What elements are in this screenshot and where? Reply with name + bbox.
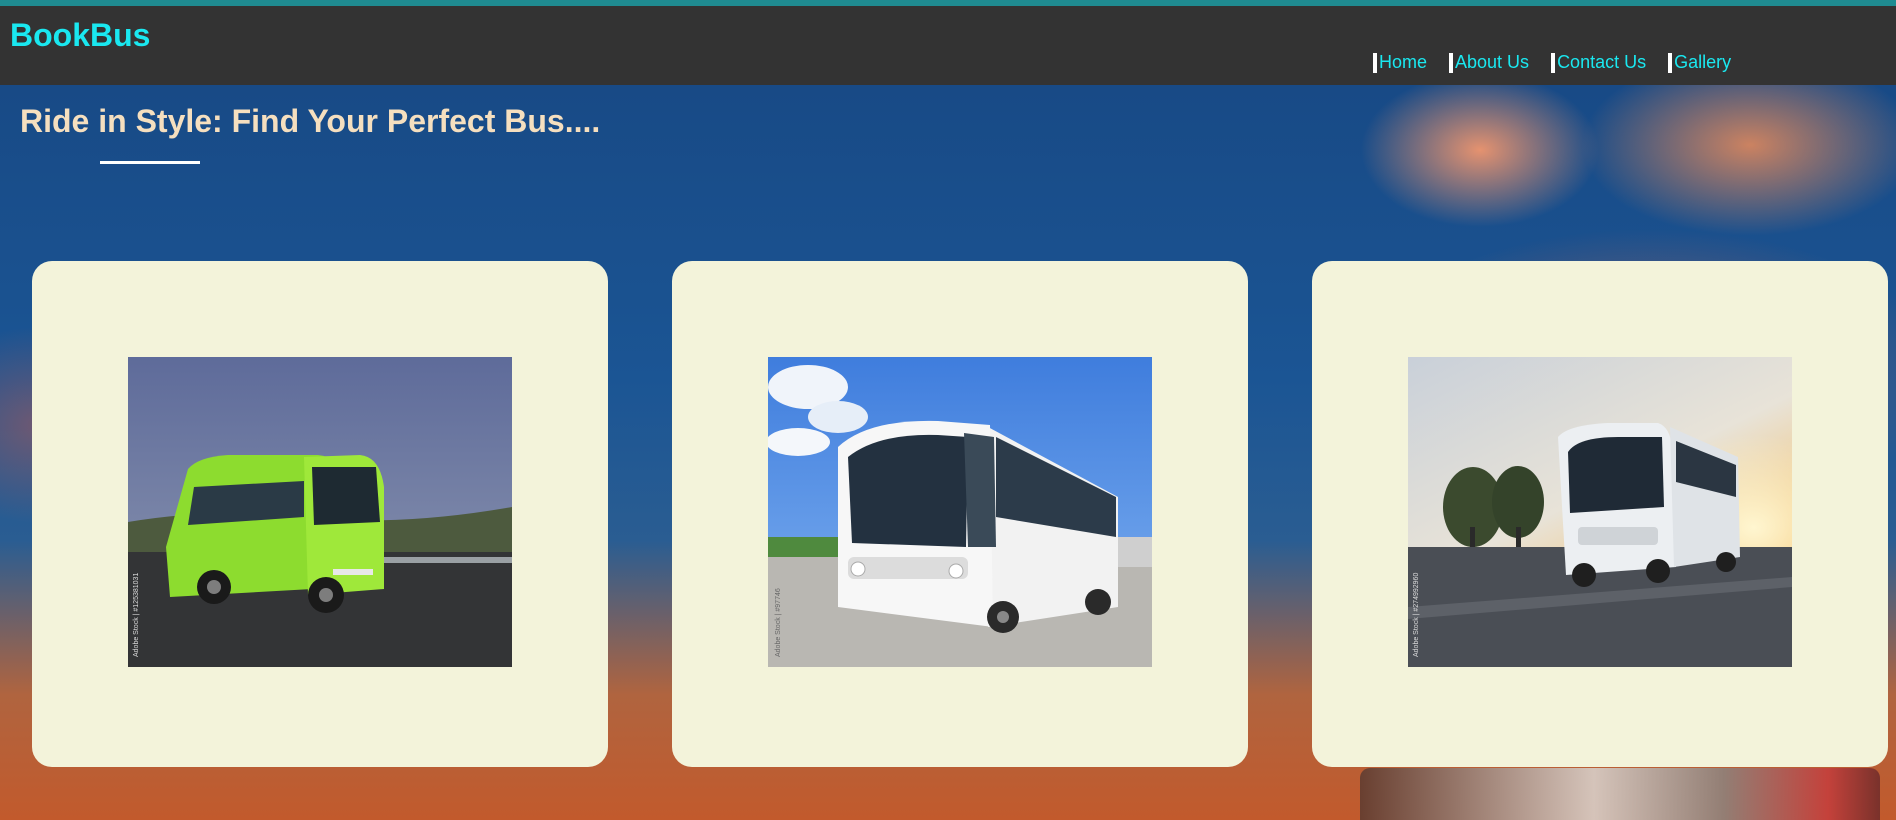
- white-bus-photo[interactable]: Adobe Stock | #97746: [768, 357, 1152, 667]
- nav-link-home[interactable]: Home: [1373, 52, 1427, 73]
- headline-underline: [100, 161, 200, 164]
- nav-divider-icon: [1449, 52, 1454, 73]
- background-bus-detail: [1360, 768, 1880, 820]
- bus-card-2[interactable]: Adobe Stock | #97746: [672, 261, 1248, 767]
- nav-links: Home About Us Contact Us Gallery: [1373, 52, 1753, 73]
- hero-headline: Ride in Style: Find Your Perfect Bus....: [20, 103, 601, 139]
- nav-divider-icon: [1373, 52, 1377, 73]
- nav-divider-icon: [1551, 52, 1556, 73]
- watermark-text: Adobe Stock | #125381031: [133, 573, 140, 657]
- bus-card-1[interactable]: Adobe Stock | #125381031: [32, 261, 608, 767]
- nav-link-gallery[interactable]: Gallery: [1668, 52, 1731, 73]
- logo[interactable]: BookBus: [10, 17, 150, 54]
- sunset-bus-photo[interactable]: Adobe Stock | #274992960: [1408, 357, 1792, 667]
- watermark-text: Adobe Stock | #274992960: [1413, 573, 1420, 657]
- bus-card-3[interactable]: Adobe Stock | #274992960: [1312, 261, 1888, 767]
- nav-link-label: Home: [1379, 52, 1428, 72]
- watermark-text: Adobe Stock | #97746: [775, 588, 782, 657]
- nav-link-label: Contact Us: [1557, 52, 1647, 72]
- nav-divider-icon: [1668, 52, 1673, 73]
- nav-link-about-us[interactable]: About Us: [1449, 52, 1529, 73]
- nav-link-label: Gallery: [1674, 52, 1732, 72]
- green-bus-photo[interactable]: Adobe Stock | #125381031: [128, 357, 512, 667]
- nav-link-contact-us[interactable]: Contact Us: [1551, 52, 1646, 73]
- nav-link-label: About Us: [1455, 52, 1530, 72]
- navbar: BookBus Home About Us Contact Us Gallery: [0, 6, 1896, 85]
